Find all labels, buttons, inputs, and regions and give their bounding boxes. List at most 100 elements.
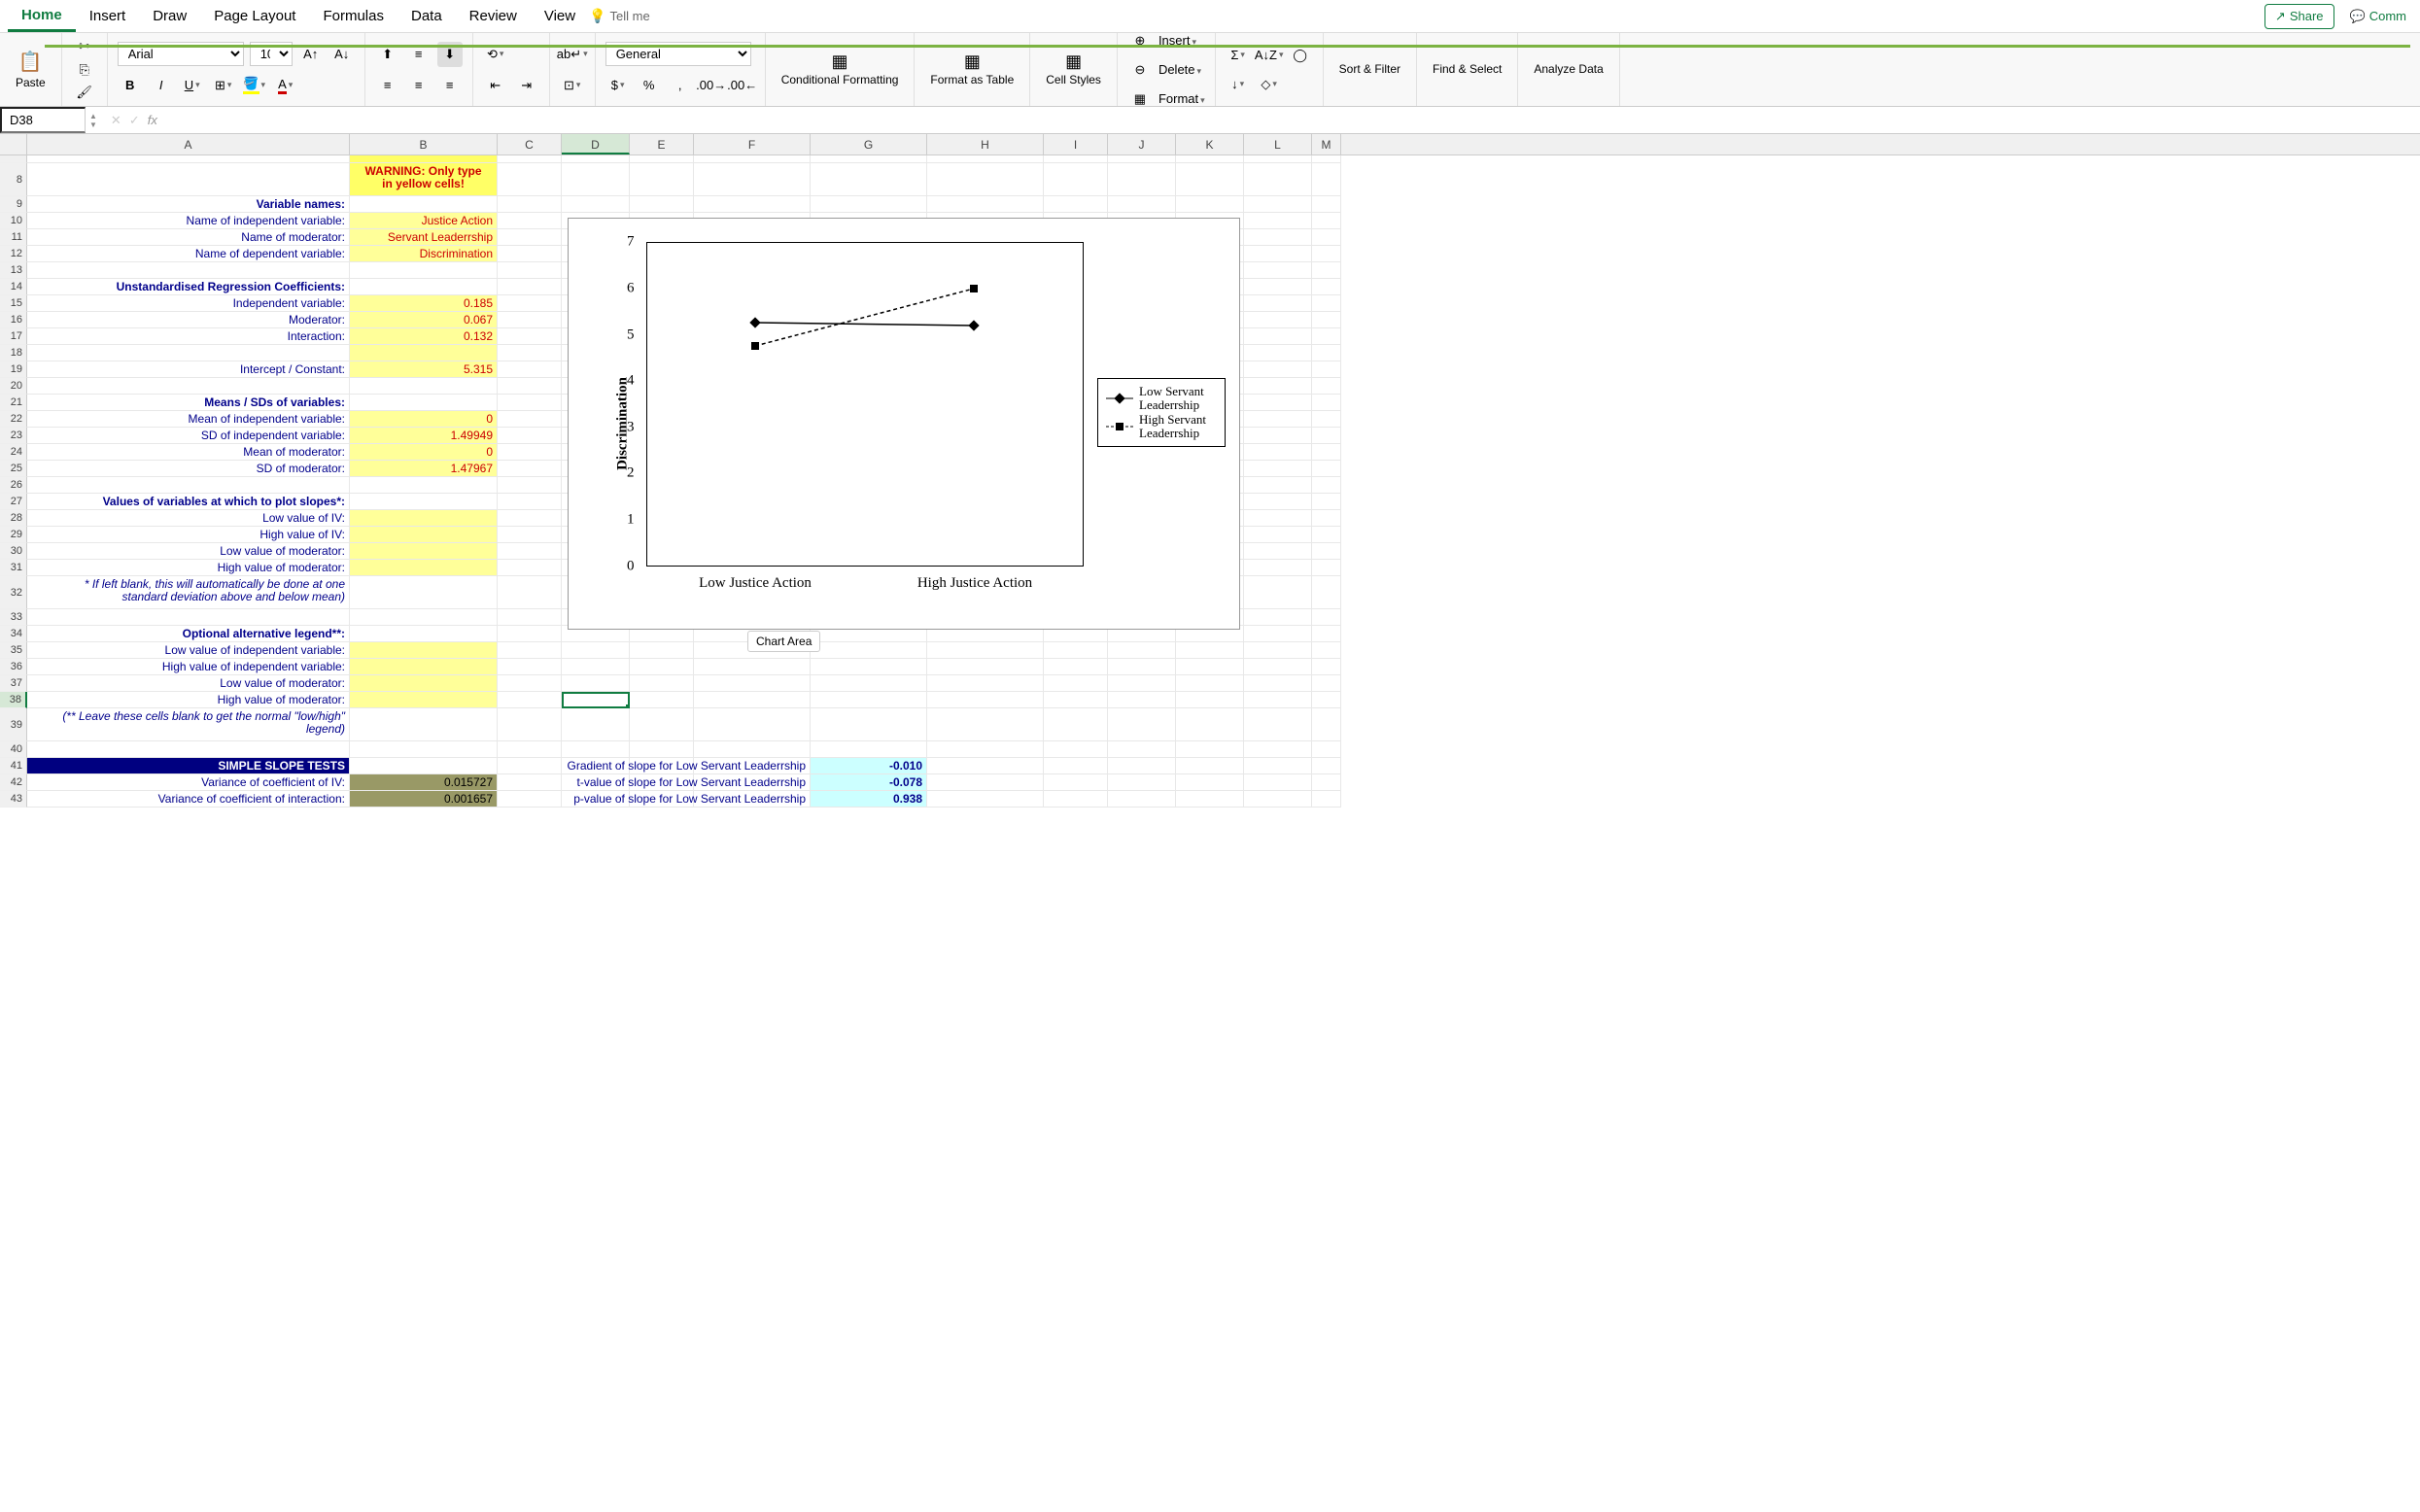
tell-me[interactable]: Tell me [589, 8, 650, 24]
sheet-body: 8 WARNING: Only typein yellow cells! 9 V… [0, 155, 2420, 808]
cell-D38-selected[interactable] [562, 692, 630, 708]
tab-formulas[interactable]: Formulas [309, 2, 398, 30]
tab-page-layout[interactable]: Page Layout [200, 2, 309, 30]
tell-me-label: Tell me [610, 9, 650, 23]
table-icon: ▦ [964, 52, 981, 72]
decrease-decimal-button[interactable]: .00← [730, 72, 755, 97]
find-select-button[interactable]: Find & Select [1427, 61, 1507, 78]
comma-button[interactable]: , [668, 72, 693, 97]
col-header-A[interactable]: A [27, 134, 350, 155]
col-header-B[interactable]: B [350, 134, 498, 155]
row-header-8[interactable]: 8 [0, 163, 27, 196]
tab-data[interactable]: Data [398, 2, 456, 30]
align-left-button[interactable]: ≡ [375, 73, 400, 98]
copy-button[interactable]: ⎘ [72, 60, 97, 80]
format-as-table-button[interactable]: ▦ Format as Table [924, 50, 1020, 88]
select-all-corner[interactable] [0, 134, 27, 155]
col-header-D[interactable]: D [562, 134, 630, 155]
decrease-indent-button[interactable]: ⇤ [483, 73, 508, 98]
bulb-icon [589, 8, 605, 24]
analyze-data-button[interactable]: Analyze Data [1528, 61, 1608, 78]
currency-button[interactable]: $ [605, 72, 631, 97]
row-header-38[interactable]: 38 [0, 692, 27, 708]
percent-button[interactable]: % [637, 72, 662, 97]
cell-B8[interactable]: WARNING: Only typein yellow cells! [350, 163, 498, 196]
comments-button[interactable]: 💬 Comm [2344, 4, 2412, 29]
delete-cells-icon: ⊖ [1127, 57, 1153, 83]
col-header-M[interactable]: M [1312, 134, 1341, 155]
cell-styles-button[interactable]: ▦ Cell Styles [1040, 50, 1107, 88]
tab-home[interactable]: Home [8, 1, 76, 32]
analyze-data-label: Analyze Data [1534, 63, 1603, 76]
merge-button[interactable]: ⊡ [560, 73, 585, 98]
font-color-icon: A [278, 77, 287, 94]
name-box[interactable] [0, 107, 86, 133]
sort-filter-button[interactable]: Sort & Filter [1333, 61, 1406, 78]
column-headers: A B C D E F G H I J K L M [0, 134, 2420, 155]
paste-label: Paste [16, 76, 46, 89]
clear-button[interactable]: ◇ [1257, 72, 1282, 97]
chart-lines [646, 242, 1084, 567]
col-header-F[interactable]: F [694, 134, 811, 155]
chart-object[interactable]: Discrimination 0 1 2 3 4 5 6 7 [568, 218, 1240, 630]
col-header-I[interactable]: I [1044, 134, 1108, 155]
col-header-H[interactable]: H [927, 134, 1044, 155]
font-color-button[interactable]: A [273, 73, 298, 98]
chart-area-tooltip: Chart Area [747, 631, 820, 652]
cond-format-icon: ▦ [832, 52, 848, 72]
formula-bar: ▲ ▼ ✕ ✓ fx [0, 107, 2420, 134]
col-header-C[interactable]: C [498, 134, 562, 155]
cancel-formula-button[interactable]: ✕ [111, 113, 121, 128]
name-box-down[interactable]: ▼ [89, 120, 97, 129]
name-box-up[interactable]: ▲ [89, 112, 97, 120]
format-cells-button[interactable]: Format [1158, 91, 1205, 106]
tab-insert[interactable]: Insert [76, 2, 140, 30]
tab-view[interactable]: View [531, 2, 589, 30]
tab-review[interactable]: Review [456, 2, 531, 30]
col-header-J[interactable]: J [1108, 134, 1176, 155]
col-header-K[interactable]: K [1176, 134, 1244, 155]
ribbon-tabs: Home Insert Draw Page Layout Formulas Da… [0, 0, 2420, 33]
enter-formula-button[interactable]: ✓ [129, 113, 140, 128]
share-button[interactable]: ↗ Share [2264, 4, 2334, 29]
bucket-icon: 🪣 [243, 76, 259, 94]
share-icon: ↗ [2275, 9, 2286, 24]
increase-decimal-button[interactable]: .00→ [699, 72, 724, 97]
formula-input[interactable] [167, 109, 2420, 131]
tab-draw[interactable]: Draw [139, 2, 200, 30]
col-header-L[interactable]: L [1244, 134, 1312, 155]
sort-filter-label: Sort & Filter [1339, 63, 1400, 76]
align-center-button[interactable]: ≡ [406, 73, 432, 98]
border-button[interactable]: ⊞ [211, 73, 236, 98]
comment-icon: 💬 [2350, 9, 2366, 24]
row-header-9[interactable]: 9 [0, 196, 27, 213]
col-header-G[interactable]: G [811, 134, 927, 155]
conditional-formatting-button[interactable]: ▦ Conditional Formatting [776, 50, 905, 88]
underline-button[interactable]: U [180, 73, 205, 98]
share-label: Share [2290, 9, 2324, 23]
find-select-label: Find & Select [1433, 63, 1502, 76]
delete-cells-button[interactable]: Delete [1158, 62, 1201, 77]
format-cells-icon: ▦ [1127, 86, 1153, 112]
format-table-label: Format as Table [930, 74, 1014, 86]
bold-button[interactable]: B [118, 73, 143, 98]
align-right-button[interactable]: ≡ [437, 73, 463, 98]
cell-A8[interactable] [27, 163, 350, 196]
cell-styles-label: Cell Styles [1046, 74, 1101, 86]
paste-button[interactable]: 📋 Paste [10, 48, 52, 91]
col-header-E[interactable]: E [630, 134, 694, 155]
increase-indent-button[interactable]: ⇥ [514, 73, 539, 98]
legend-item-0: Low Servant Leaderrship [1106, 385, 1217, 413]
fill-button[interactable]: ↓ [1226, 72, 1251, 97]
fill-color-button[interactable]: 🪣 [242, 73, 267, 98]
italic-button[interactable]: I [149, 73, 174, 98]
green-overlay-line [45, 45, 2410, 48]
border-icon: ⊞ [215, 78, 225, 93]
cell-A9[interactable]: Variable names: [27, 196, 350, 213]
fx-icon[interactable]: fx [148, 113, 157, 127]
insert-cells-icon: ⊕ [1127, 28, 1153, 53]
legend-item-1: High Servant Leaderrship [1106, 413, 1217, 441]
format-painter-button[interactable]: 🖌 [72, 83, 97, 102]
comments-label: Comm [2369, 9, 2406, 23]
cond-format-label: Conditional Formatting [781, 74, 899, 86]
